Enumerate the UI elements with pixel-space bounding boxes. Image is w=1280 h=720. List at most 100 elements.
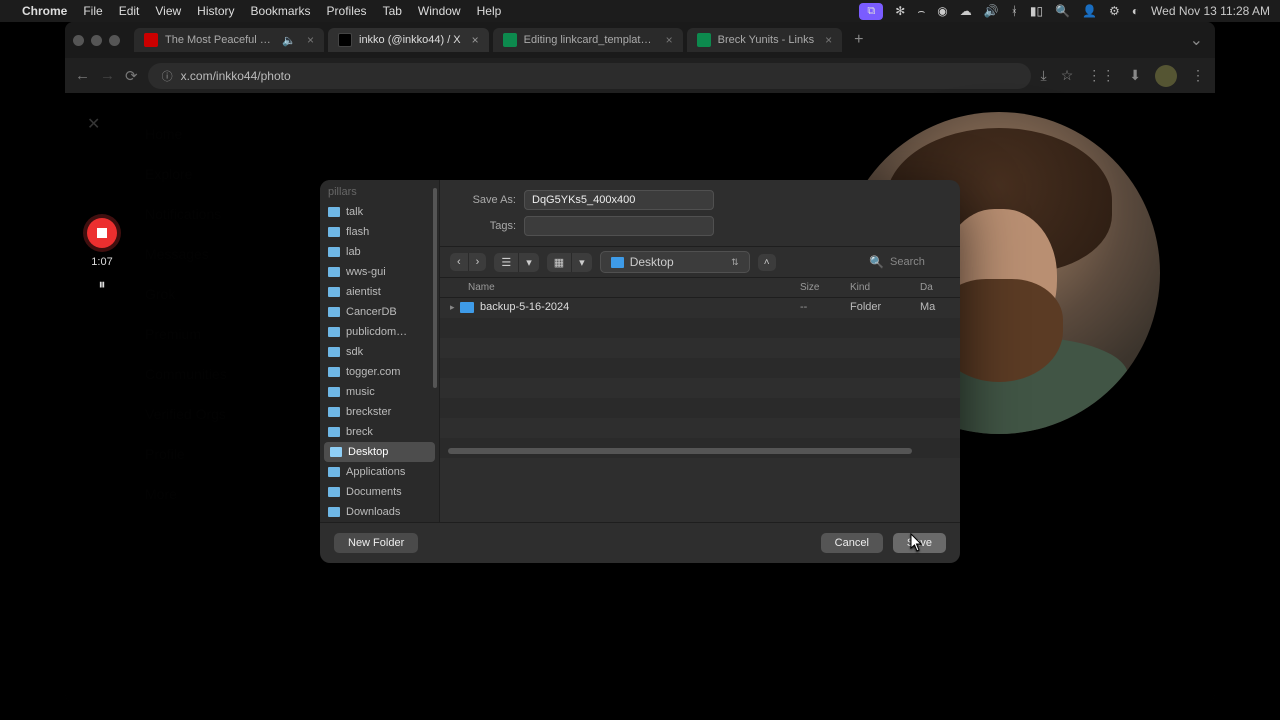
- tags-input[interactable]: [524, 216, 714, 236]
- sidebar-item[interactable]: Applications: [320, 462, 439, 482]
- forward-button[interactable]: →: [100, 67, 115, 84]
- save-as-input[interactable]: [524, 190, 714, 210]
- list-view-icon[interactable]: ☰: [494, 253, 519, 272]
- tabs-overflow-icon[interactable]: ⌄: [1186, 26, 1207, 54]
- tab-youtube[interactable]: The Most Peaceful Music 🔈 ×: [134, 28, 324, 52]
- install-icon[interactable]: ⤓: [1041, 67, 1047, 84]
- col-size[interactable]: Size: [800, 282, 850, 293]
- location-dropdown[interactable]: Desktop ⇅: [600, 251, 750, 273]
- cancel-button[interactable]: Cancel: [821, 533, 883, 553]
- col-name[interactable]: Name: [468, 282, 800, 293]
- sidebar-item[interactable]: aientist: [320, 282, 439, 302]
- minimize-window-icon[interactable]: [91, 35, 102, 46]
- sidebar-scrollbar[interactable]: [433, 188, 437, 388]
- grid-options-icon[interactable]: ▾: [572, 253, 592, 272]
- url-field[interactable]: ⓘ x.com/inkko44/photo: [148, 63, 1031, 89]
- disclosure-icon[interactable]: ▸: [450, 302, 460, 313]
- menu-history[interactable]: History: [197, 4, 234, 18]
- volume-icon[interactable]: 🔊: [984, 4, 999, 18]
- tab-links[interactable]: Breck Yunits - Links ×: [687, 28, 842, 52]
- user-icon[interactable]: 👤: [1082, 4, 1097, 18]
- new-tab-button[interactable]: +: [846, 27, 871, 53]
- sidebar-item[interactable]: music: [320, 382, 439, 402]
- audio-icon[interactable]: 🔈: [282, 34, 296, 47]
- profile-avatar[interactable]: [1155, 65, 1177, 87]
- search-input[interactable]: [890, 256, 950, 268]
- close-tab-icon[interactable]: ×: [666, 33, 673, 47]
- close-window-icon[interactable]: [73, 35, 84, 46]
- screenshare-icon[interactable]: ⧉: [859, 3, 883, 20]
- bookmark-icon[interactable]: ☆: [1061, 67, 1074, 84]
- menubar-app[interactable]: Chrome: [22, 4, 67, 18]
- col-kind[interactable]: Kind: [850, 282, 920, 293]
- menu-view[interactable]: View: [155, 4, 181, 18]
- sidebar-item[interactable]: breck: [320, 422, 439, 442]
- pause-recording-button[interactable]: ⏸: [99, 276, 106, 293]
- stop-recording-button[interactable]: [87, 218, 117, 248]
- tab-strip: The Most Peaceful Music 🔈 × inkko (@inkk…: [65, 22, 1215, 58]
- menu-file[interactable]: File: [83, 4, 102, 18]
- extensions-icon[interactable]: ⋮⋮: [1087, 67, 1115, 84]
- sidebar-item[interactable]: togger.com: [320, 362, 439, 382]
- horizontal-scrollbar[interactable]: [448, 448, 912, 454]
- site-info-icon[interactable]: ⓘ: [162, 68, 173, 84]
- sidebar-item[interactable]: CancerDB: [320, 302, 439, 322]
- save-button[interactable]: Save: [893, 533, 946, 553]
- tab-title: The Most Peaceful Music: [165, 34, 275, 46]
- sidebar-item[interactable]: flash: [320, 222, 439, 242]
- zoom-window-icon[interactable]: [109, 35, 120, 46]
- menu-edit[interactable]: Edit: [119, 4, 140, 18]
- sidebar-item[interactable]: lab: [320, 242, 439, 262]
- finder-sidebar[interactable]: pillars talkflashlabwws-guiaientistCance…: [320, 180, 440, 522]
- folder-icon: [328, 327, 340, 337]
- nav-back-button[interactable]: ‹: [450, 253, 469, 271]
- control-center-icon[interactable]: ⚙: [1109, 4, 1120, 18]
- save-as-label: Save As:: [456, 194, 516, 206]
- menu-window[interactable]: Window: [418, 4, 461, 18]
- tab-x[interactable]: inkko (@inkko44) / X ×: [328, 28, 489, 52]
- cloud-icon[interactable]: ☁: [960, 4, 972, 18]
- sidebar-item[interactable]: Downloads: [320, 502, 439, 522]
- battery-icon[interactable]: ▮▯: [1030, 4, 1043, 18]
- sidebar-item[interactable]: wws-gui: [320, 262, 439, 282]
- close-tab-icon[interactable]: ×: [307, 33, 314, 47]
- tab-editing[interactable]: Editing linkcard_templated6 ×: [493, 28, 683, 52]
- tab-title: Editing linkcard_templated6: [524, 34, 655, 46]
- close-tab-icon[interactable]: ×: [825, 33, 832, 47]
- file-list-header[interactable]: Name Size Kind Da: [440, 278, 960, 298]
- downloads-icon[interactable]: ⬇: [1129, 67, 1141, 84]
- sidebar-item[interactable]: Documents: [320, 482, 439, 502]
- clock[interactable]: Wed Nov 13 11:28 AM: [1151, 4, 1270, 18]
- reload-button[interactable]: ⟳: [125, 67, 138, 85]
- window-controls[interactable]: [73, 35, 120, 46]
- menu-help[interactable]: Help: [477, 4, 502, 18]
- sidebar-item[interactable]: talk: [320, 202, 439, 222]
- close-tab-icon[interactable]: ×: [472, 33, 479, 47]
- menu-bookmarks[interactable]: Bookmarks: [251, 4, 311, 18]
- col-date[interactable]: Da: [920, 282, 950, 293]
- spotlight-icon[interactable]: 🔍: [1055, 4, 1070, 18]
- file-list[interactable]: ▸ backup-5-16-2024 -- Folder Ma: [440, 298, 960, 458]
- nav-forward-button[interactable]: ›: [469, 253, 487, 271]
- wifi-icon[interactable]: ⌢: [917, 4, 925, 19]
- menu-profiles[interactable]: Profiles: [327, 4, 367, 18]
- collapse-dialog-button[interactable]: ˄: [758, 254, 776, 271]
- view-options-icon[interactable]: ▾: [519, 253, 539, 272]
- chrome-menu-icon[interactable]: ⋮: [1191, 67, 1205, 84]
- siri-icon[interactable]: ◐: [1132, 4, 1139, 18]
- sidebar-item-label: publicdom…: [346, 326, 407, 338]
- sidebar-item[interactable]: sdk: [320, 342, 439, 362]
- folder-icon: [328, 247, 340, 257]
- sidebar-item[interactable]: pillars: [320, 182, 439, 202]
- sidebar-item[interactable]: breckster: [320, 402, 439, 422]
- back-button[interactable]: ←: [75, 67, 90, 84]
- file-row[interactable]: ▸ backup-5-16-2024 -- Folder Ma: [440, 298, 960, 316]
- grid-view-icon[interactable]: ▦: [547, 253, 572, 272]
- sparkle-icon[interactable]: ✻: [895, 4, 905, 18]
- menu-tab[interactable]: Tab: [383, 4, 402, 18]
- record-icon[interactable]: ◉: [937, 4, 947, 18]
- sidebar-item[interactable]: Desktop: [324, 442, 435, 462]
- sidebar-item[interactable]: publicdom…: [320, 322, 439, 342]
- bluetooth-icon[interactable]: ᚼ: [1011, 4, 1018, 18]
- new-folder-button[interactable]: New Folder: [334, 533, 418, 553]
